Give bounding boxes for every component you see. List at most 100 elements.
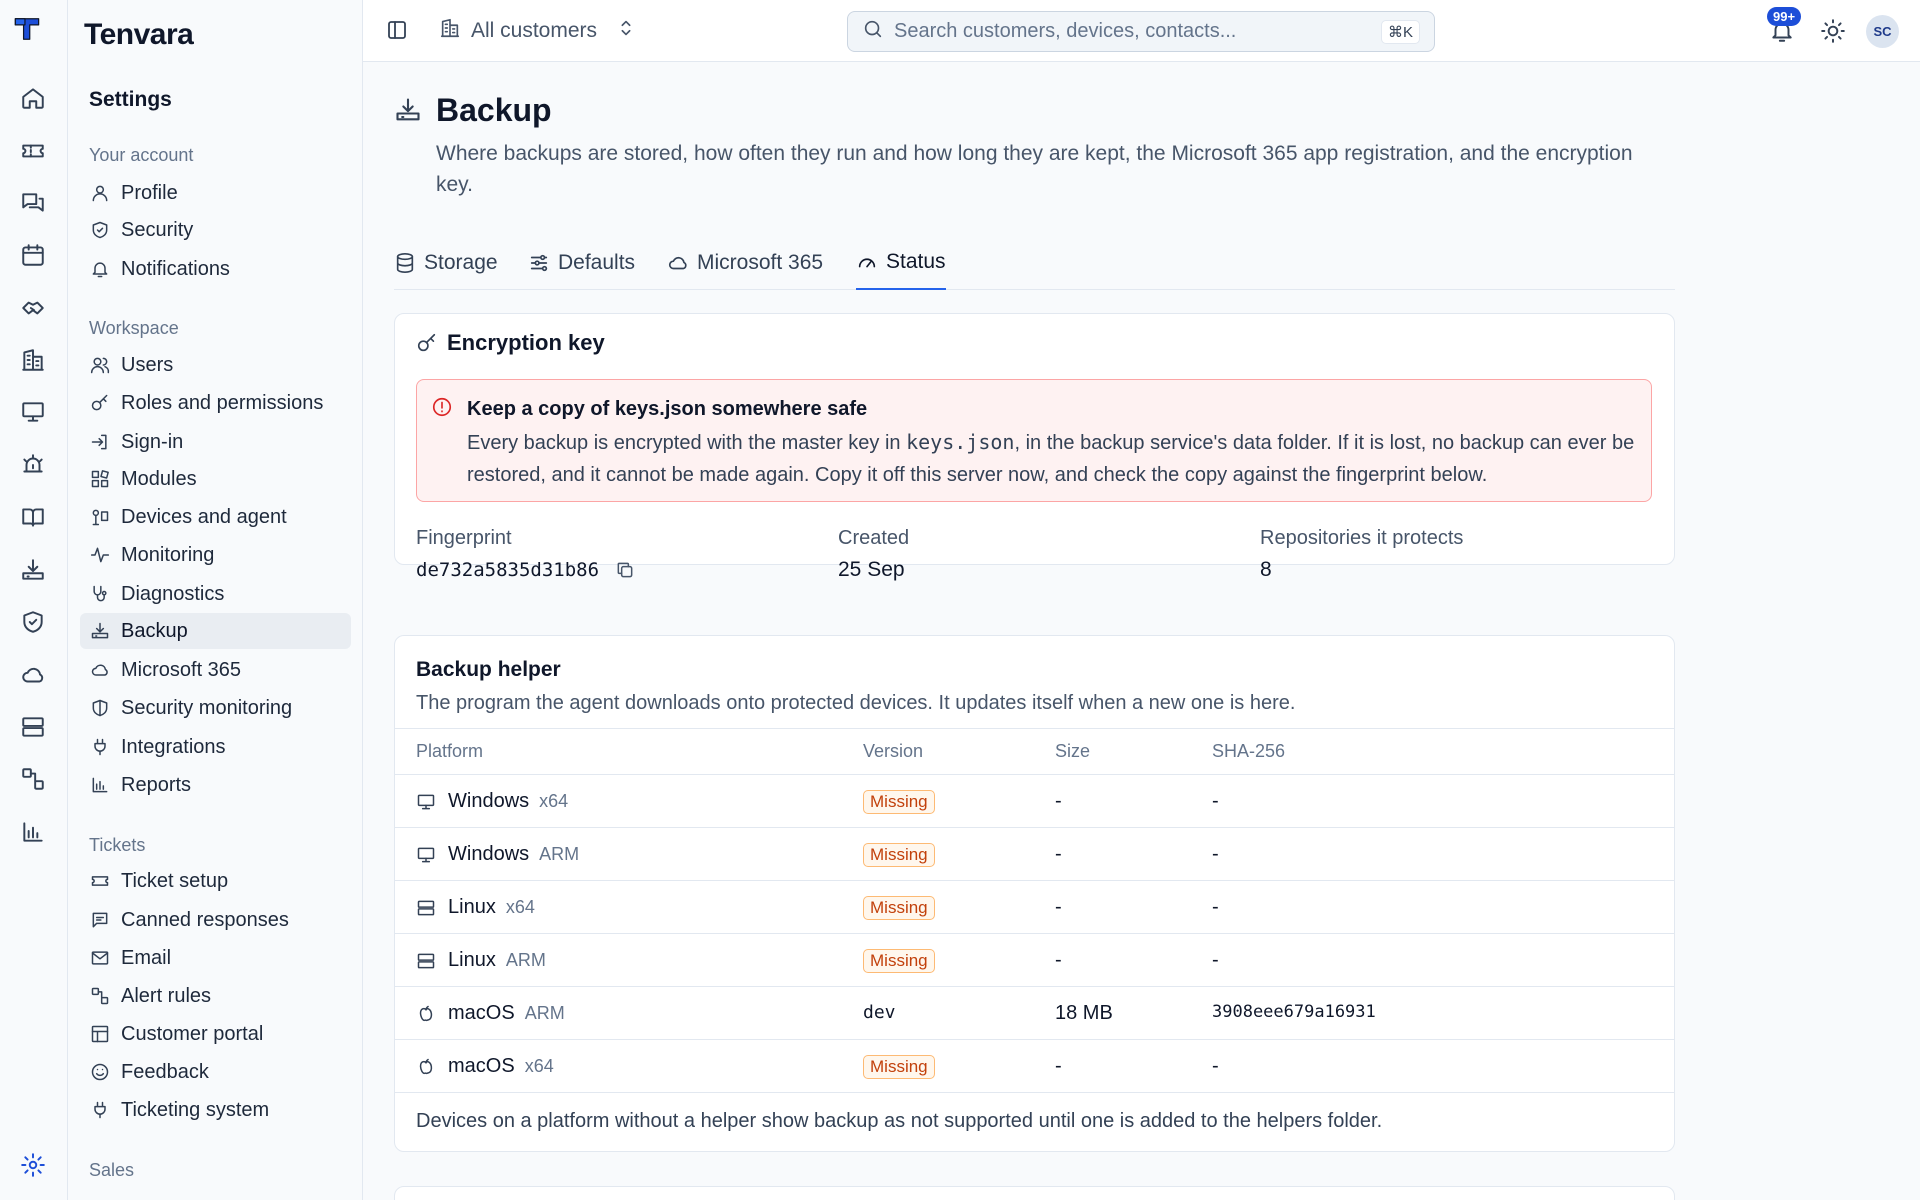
sidebar-item-label: Roles and permissions xyxy=(121,391,324,414)
table-row: Linux ARM Missing - - xyxy=(395,934,1674,987)
sidebar-item-ticketing-system[interactable]: Ticketing system xyxy=(80,1092,351,1128)
sidebar-item-label: Feedback xyxy=(121,1060,209,1083)
customer-scope-label: All customers xyxy=(471,19,598,42)
sidebar-toggle-icon[interactable] xyxy=(385,18,409,42)
sidebar-item-email[interactable]: Email xyxy=(80,940,351,976)
apple-icon xyxy=(419,1058,433,1074)
page-description: Where backups are stored, how often they… xyxy=(436,142,1633,196)
sidebar-item-security[interactable]: Security xyxy=(80,212,351,248)
copy-icon[interactable] xyxy=(615,560,635,580)
shield-icon[interactable] xyxy=(19,608,47,636)
home-icon[interactable] xyxy=(19,84,47,112)
helper-footer-note: Devices on a platform without a helper s… xyxy=(416,1110,1383,1132)
server-icon xyxy=(417,900,435,915)
workflow-icon[interactable] xyxy=(19,765,47,793)
sidebar-item-label: Users xyxy=(121,353,174,376)
brand-name[interactable]: Tenvara xyxy=(84,18,194,52)
alarm-icon[interactable] xyxy=(19,451,47,479)
sha-value: - xyxy=(1212,1055,1219,1077)
sidebar-item-alert-rules[interactable]: Alert rules xyxy=(80,978,351,1014)
modules-icon xyxy=(89,468,111,490)
size-value: - xyxy=(1055,896,1062,918)
search-input[interactable] xyxy=(894,20,1364,43)
status-badge: Missing xyxy=(863,843,935,867)
monitor-icon[interactable] xyxy=(19,398,47,426)
sha-value: - xyxy=(1212,949,1219,971)
platform-arch: ARM xyxy=(524,1003,565,1023)
database-icon xyxy=(396,253,414,273)
global-search[interactable]: ⌘K xyxy=(847,11,1435,52)
page-title: Backup xyxy=(436,92,552,128)
sidebar-item-backup[interactable]: Backup xyxy=(80,613,351,649)
sidebar-item-label: Customer portal xyxy=(121,1022,264,1045)
tab-status[interactable]: Status xyxy=(856,236,946,290)
monitor-icon xyxy=(417,847,435,862)
sidebar-item-profile[interactable]: Profile xyxy=(80,175,351,211)
shield-half-icon xyxy=(89,697,111,719)
platform-name: Linux xyxy=(448,949,496,971)
sidebar-item-reports[interactable]: Reports xyxy=(80,767,351,803)
search-icon xyxy=(862,18,884,46)
handshake-icon[interactable] xyxy=(19,294,47,322)
chart-icon[interactable] xyxy=(19,818,47,846)
column-header-version: Version xyxy=(863,741,924,761)
customer-scope-selector[interactable]: All customers xyxy=(439,14,637,48)
bell-icon xyxy=(89,258,111,280)
backup-icon[interactable] xyxy=(19,556,47,584)
user-icon xyxy=(89,182,111,204)
sidebar-item-customer-portal[interactable]: Customer portal xyxy=(80,1016,351,1052)
sidebar-item-notifications[interactable]: Notifications xyxy=(80,251,351,287)
platform-name: Windows xyxy=(448,843,530,865)
sidebar-item-ticket-setup[interactable]: Ticket setup xyxy=(80,863,351,899)
tenvara-logo[interactable] xyxy=(14,16,52,52)
table-row: Windows x64 Missing - - xyxy=(395,775,1674,828)
ticket-icon xyxy=(89,870,111,892)
backup-icon xyxy=(394,96,422,124)
top-bar: All customers ⌘K 99+ SC xyxy=(363,0,1920,62)
sidebar-item-monitoring[interactable]: Monitoring xyxy=(80,537,351,573)
sidebar-item-microsoft-365[interactable]: Microsoft 365 xyxy=(80,652,351,688)
sidebar-item-security-monitoring[interactable]: Security monitoring xyxy=(80,690,351,726)
tab-defaults[interactable]: Defaults xyxy=(528,236,635,290)
tab-microsoft-365[interactable]: Microsoft 365 xyxy=(667,236,823,290)
settings-icon[interactable] xyxy=(19,1151,47,1179)
sidebar-item-diagnostics[interactable]: Diagnostics xyxy=(80,576,351,612)
building-icon[interactable] xyxy=(19,346,47,374)
sidebar-item-label: Devices and agent xyxy=(121,505,287,528)
sidebar-item-integrations[interactable]: Integrations xyxy=(80,729,351,765)
calendar-icon[interactable] xyxy=(19,241,47,269)
platform-name: macOS xyxy=(448,1002,515,1024)
sidebar-item-roles[interactable]: Roles and permissions xyxy=(80,385,351,421)
encryption-key-card: Encryption key Keep a copy of keys.json … xyxy=(394,313,1675,581)
tab-storage[interactable]: Storage xyxy=(394,236,498,290)
sidebar-item-users[interactable]: Users xyxy=(80,347,351,383)
sidebar-item-feedback[interactable]: Feedback xyxy=(80,1054,351,1090)
book-icon[interactable] xyxy=(19,503,47,531)
card-title: Encryption key xyxy=(416,330,605,356)
sidebar-item-canned-responses[interactable]: Canned responses xyxy=(80,902,351,938)
sidebar-item-sign-in[interactable]: Sign-in xyxy=(80,424,351,460)
cloud-icon[interactable] xyxy=(19,661,47,689)
chat-icon[interactable] xyxy=(19,189,47,217)
gauge-icon xyxy=(858,258,876,268)
chevron-up-down-icon xyxy=(615,17,637,45)
theme-toggle-icon[interactable] xyxy=(1820,18,1846,44)
column-header-sha256: SHA-256 xyxy=(1212,741,1286,761)
size-value: 18 MB xyxy=(1055,1002,1113,1024)
key-icon xyxy=(417,333,436,352)
repositories-value: 8 xyxy=(1260,558,1272,581)
sidebar-item-label: Diagnostics xyxy=(121,582,225,605)
table-header: Platform Version Size SHA-256 xyxy=(395,728,1674,775)
platform-arch: x64 xyxy=(539,791,569,811)
sha-value: - xyxy=(1212,790,1219,812)
server-icon[interactable] xyxy=(19,713,47,741)
sidebar-item-label: Ticket setup xyxy=(121,869,229,892)
sidebar-item-devices[interactable]: Devices and agent xyxy=(80,499,351,535)
user-avatar[interactable]: SC xyxy=(1866,15,1899,48)
encryption-key-title: Encryption key xyxy=(447,330,605,355)
sidebar-item-label: Canned responses xyxy=(121,908,289,931)
ticket-icon[interactable] xyxy=(19,137,47,165)
stethoscope-icon xyxy=(89,583,111,605)
helper-title: Backup helper xyxy=(416,658,561,681)
sidebar-item-modules[interactable]: Modules xyxy=(80,461,351,497)
